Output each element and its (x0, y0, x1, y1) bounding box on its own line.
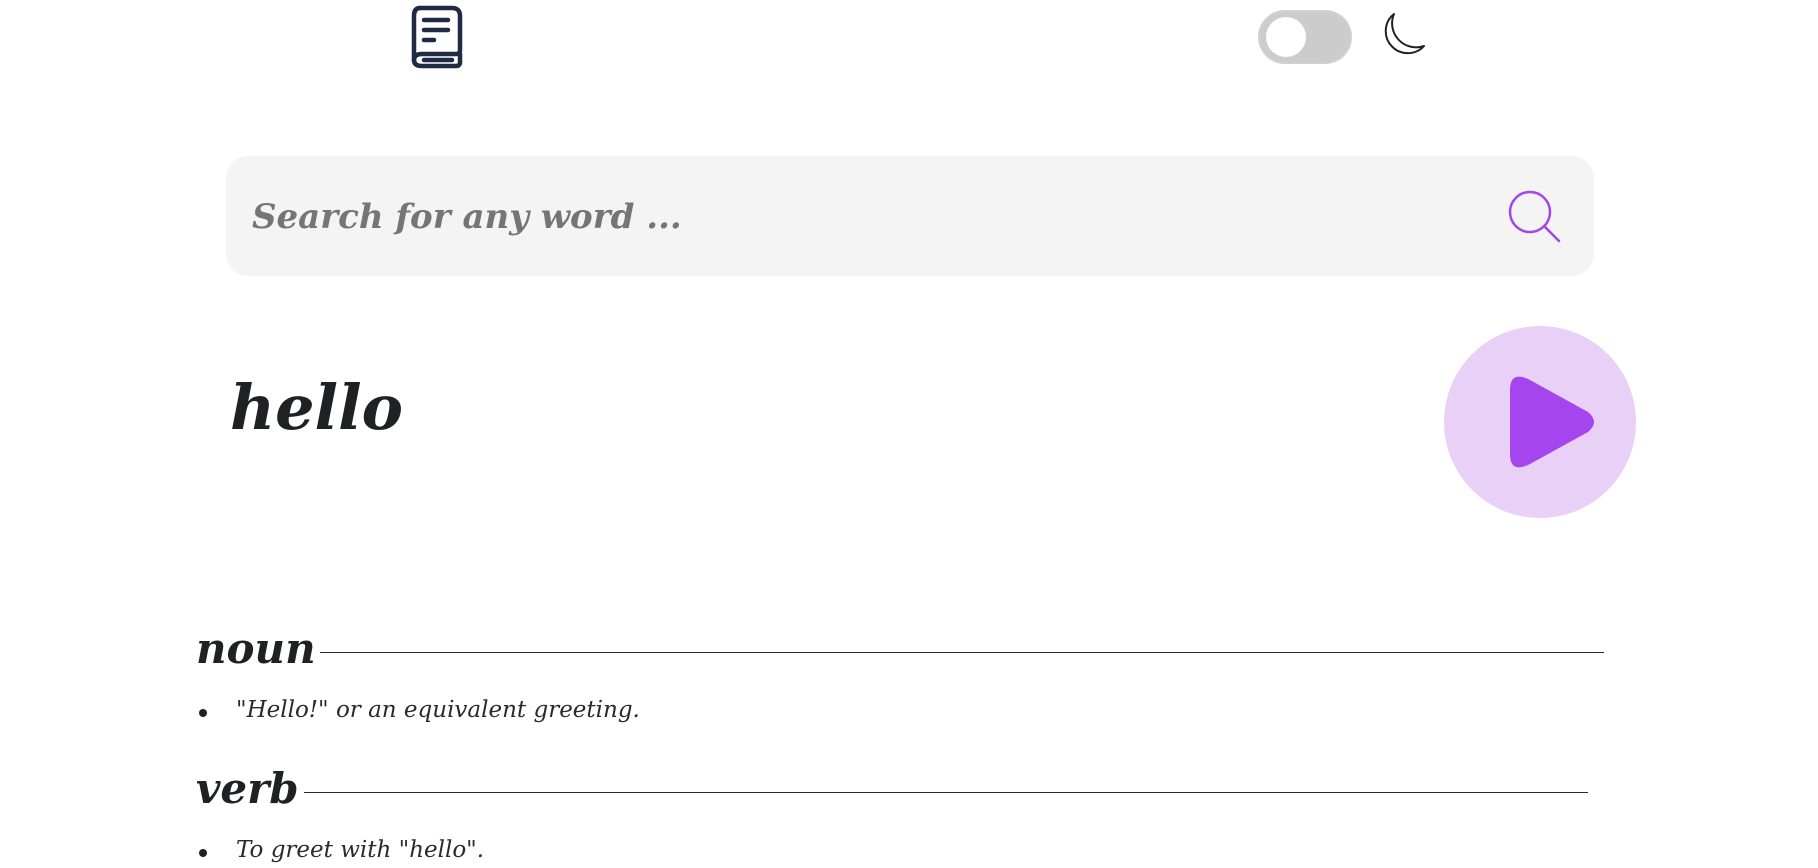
play-icon (1510, 376, 1594, 468)
search-input[interactable] (250, 182, 1474, 252)
play-button[interactable] (1444, 326, 1636, 518)
word-title: hello (230, 371, 403, 444)
moon-icon (1384, 13, 1425, 55)
header (0, 0, 1818, 80)
definition-item: To greet with "hello". (196, 836, 484, 866)
definition-list: To greet with "hello". (196, 836, 484, 866)
meaning-noun: noun "Hello!" or an equivalent greeting. (196, 624, 1604, 746)
part-of-speech-heading: verb (196, 764, 299, 813)
part-of-speech-heading: noun (196, 624, 316, 673)
divider (320, 652, 1604, 653)
divider (304, 792, 1588, 793)
definition-list: "Hello!" or an equivalent greeting. (196, 696, 640, 726)
meaning-verb: verb To greet with "hello". (196, 764, 1604, 866)
book-icon (411, 5, 463, 69)
theme-toggle[interactable] (1258, 10, 1352, 64)
search-icon[interactable] (1508, 190, 1562, 244)
toggle-knob (1266, 17, 1306, 57)
definition-item: "Hello!" or an equivalent greeting. (196, 696, 640, 726)
search-bar (226, 156, 1594, 276)
